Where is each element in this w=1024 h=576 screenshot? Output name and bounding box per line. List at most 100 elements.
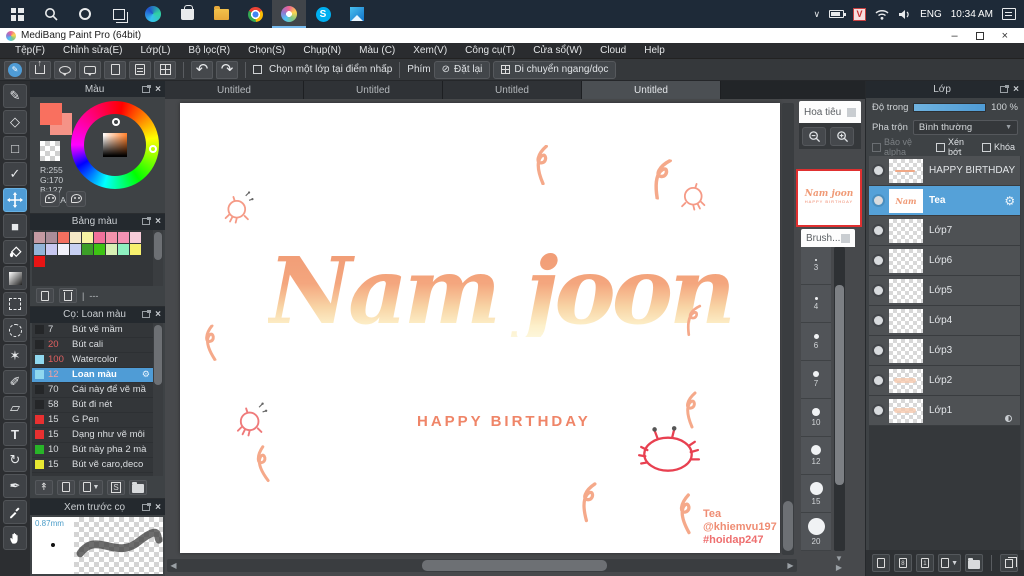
canvas-vertical-scrollbar[interactable] [782,103,794,555]
maximize-button[interactable] [975,31,984,40]
menu-filter[interactable]: Bộ lọc(R) [179,45,239,56]
layer-visibility-icon[interactable] [874,226,883,235]
palette-swatch[interactable] [118,231,129,243]
select-eraser-tool-button[interactable]: ▱ [3,396,27,420]
eraser-tool-button[interactable]: ◇ [3,110,27,134]
task-view-button[interactable] [102,0,136,28]
marquee-select-tool-button[interactable] [3,292,27,316]
brush-size-option[interactable]: 15 [801,475,831,513]
select-layer-checkbox[interactable] [253,65,262,74]
layer-row[interactable]: Lớp3 [869,336,1021,366]
layer-visibility-icon[interactable] [874,406,883,415]
menu-layer[interactable]: Lớp(L) [132,45,180,56]
reset-button[interactable]: ⊘ Đặt lại [433,60,491,79]
brush-row[interactable]: 15 Bút vẽ caro,deco [32,458,153,473]
menu-cloud[interactable]: Cloud [591,45,635,56]
brush-size-panel-tab[interactable]: Brush... [801,229,855,247]
close-icon[interactable]: × [155,216,161,227]
palette-swatch[interactable] [34,231,45,243]
brush-folder-button[interactable] [129,479,147,495]
taskbar-medibang-button[interactable] [272,0,306,28]
h-scroll-thumb[interactable] [422,560,607,571]
add-brush-button[interactable] [57,479,75,495]
navigator-preview[interactable]: Nam joon HAPPY BIRTHDAY [796,169,862,227]
brush-size-option[interactable]: 7 [801,361,831,399]
palette-swatch[interactable] [94,243,105,255]
action-center-icon[interactable] [1002,8,1016,20]
layer-visibility-icon[interactable] [874,196,883,205]
brush-row[interactable]: 10 Bút này pha 2 mà [32,443,153,458]
brush-size-option[interactable]: 10 [801,399,831,437]
popout-icon[interactable] [142,310,152,319]
color-wheel[interactable] [71,101,159,189]
zoom-in-button[interactable] [830,126,854,146]
menu-edit[interactable]: Chỉnh sửa(E) [54,45,132,56]
layer-row[interactable]: Lớp1 [869,396,1021,426]
speaker-icon[interactable] [898,9,911,20]
brush-list-scrollbar[interactable] [153,322,163,477]
hidden-icons-chevron[interactable]: ∨ [813,9,820,20]
palette-swatch[interactable] [46,231,57,243]
brush-tool-button[interactable]: ✎ [3,84,27,108]
popout-icon[interactable] [142,502,152,511]
wifi-icon[interactable] [875,9,889,20]
script-brush-button[interactable]: S [107,479,125,495]
lasso-select-tool-button[interactable] [3,318,27,342]
add-color-button[interactable] [36,288,54,304]
brush-row[interactable]: 70 Cái này để vẽ mầ [32,383,153,398]
palette-swatch[interactable] [70,231,81,243]
layer-visibility-icon[interactable] [874,286,883,295]
layer-row[interactable]: Lớp4 [869,306,1021,336]
hand-tool-button[interactable] [3,526,27,550]
tab-untitled-4-active[interactable]: Untitled [582,81,721,99]
cortana-button[interactable] [68,0,102,28]
palette-swatch[interactable] [46,243,57,255]
layer-folder-button[interactable] [965,554,984,572]
palette-scrollbar[interactable] [153,229,163,286]
brush-size-option[interactable]: 12 [801,437,831,475]
canvas-horizontal-scrollbar[interactable]: ◀ ▶ [167,559,797,572]
brush-size-scroll-arrows[interactable]: ▼ ▶ [835,554,843,572]
palette-swatch[interactable] [118,243,129,255]
transparent-color-swatch[interactable] [40,141,60,161]
clock[interactable]: 10:34 AM [951,9,993,20]
close-icon[interactable]: × [155,309,161,320]
move-tool-button[interactable] [3,188,27,212]
menu-capture[interactable]: Chụp(N) [294,45,350,56]
opacity-slider[interactable] [913,103,987,112]
collapse-icon[interactable] [841,233,850,243]
popout-icon[interactable] [142,84,152,93]
rotate-tool-button[interactable]: ↻ [3,448,27,472]
close-icon[interactable]: × [155,84,161,95]
minimize-button[interactable]: – [951,30,957,41]
brush-size-option[interactable]: 3 [801,247,831,285]
palette-mode-button[interactable] [40,190,60,207]
checkmark-tool-button[interactable]: ✓ [3,162,27,186]
menu-view[interactable]: Xem(V) [404,45,456,56]
list-button[interactable] [129,60,151,79]
add-layer-menu-button[interactable]: ▼ [937,554,962,572]
palette-swatch[interactable] [106,243,117,255]
saturation-cursor[interactable] [112,118,120,126]
brush-size-scrollbar[interactable] [834,247,845,551]
palette-swatch[interactable] [70,243,81,255]
add-8bit-layer-button[interactable]: 8 [893,554,912,572]
gradient-tool-button[interactable] [3,266,27,290]
menu-select[interactable]: Chọn(S) [239,45,294,56]
rect-select-tool-button[interactable]: □ [3,136,27,160]
brush-size-option[interactable]: 4 [801,285,831,323]
brush-size-option[interactable]: 20 [801,513,831,551]
scroll-left-icon[interactable]: ◀ [167,559,180,572]
brush-row[interactable]: 15 G Pen [32,413,153,428]
taskbar-edge-button[interactable] [136,0,170,28]
close-button[interactable]: × [1002,30,1008,41]
add-layer-button[interactable] [872,554,890,572]
export-button[interactable] [29,58,51,79]
palette-swatch[interactable] [34,255,45,267]
scroll-right-icon[interactable]: ▶ [784,559,797,572]
palette-swatch[interactable] [94,231,105,243]
layer-visibility-icon[interactable] [874,376,883,385]
redo-button[interactable]: ↷ [216,60,238,79]
delete-color-button[interactable] [59,288,77,304]
layer-visibility-icon[interactable] [874,316,883,325]
